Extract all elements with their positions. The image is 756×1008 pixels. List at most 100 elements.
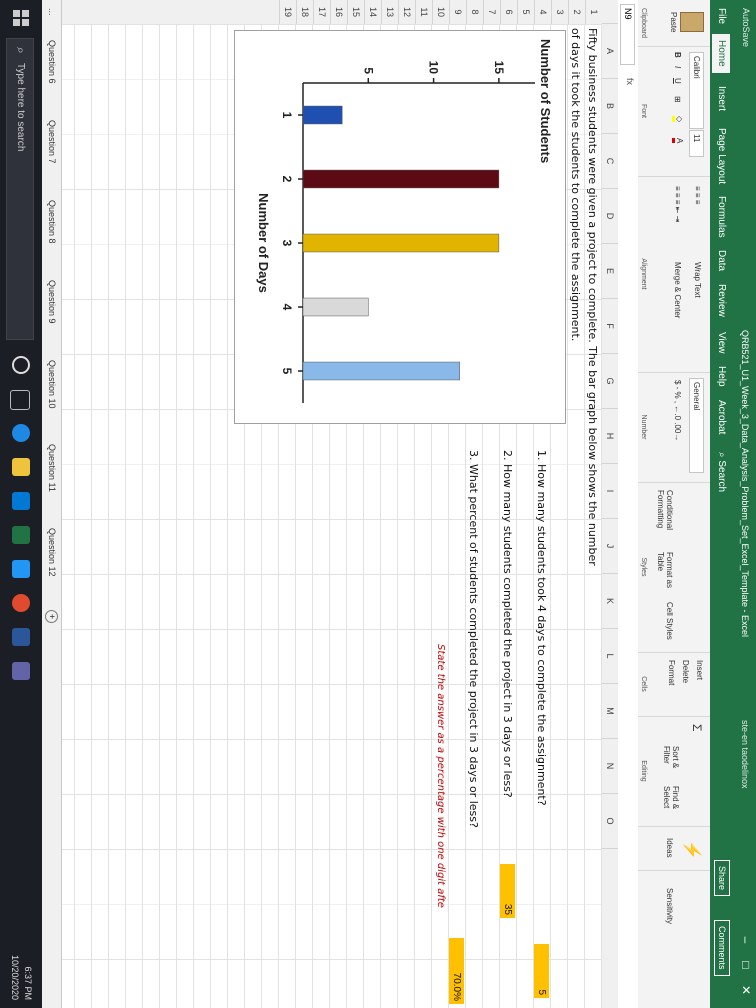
column-header-k[interactable]: K bbox=[602, 574, 618, 629]
tab-page-layout[interactable]: Page Layout bbox=[716, 128, 727, 184]
delete-cells-button[interactable]: Delete bbox=[681, 660, 690, 683]
column-header-n[interactable]: N bbox=[602, 739, 618, 794]
sheet-tab-question-7[interactable]: Question 7 bbox=[47, 120, 57, 164]
row-header-4[interactable]: 4 bbox=[534, 0, 551, 24]
row-header-15[interactable]: 15 bbox=[347, 0, 364, 24]
row-header-17[interactable]: 17 bbox=[313, 0, 330, 24]
paste-button[interactable]: Paste bbox=[669, 12, 678, 32]
sort-filter-button[interactable]: Sort & Filter bbox=[662, 746, 680, 784]
answer-3-cell[interactable]: 70.0% bbox=[449, 938, 464, 1004]
fx-icon[interactable]: fx bbox=[625, 78, 635, 85]
taskbar-clock[interactable]: 6:37 PM 10/20/2020 bbox=[8, 940, 34, 1000]
user-name[interactable]: ste-en taodelinox bbox=[740, 720, 750, 789]
tab-review[interactable]: Review bbox=[716, 284, 727, 317]
column-header-f[interactable]: F bbox=[602, 299, 618, 354]
task-view-icon[interactable] bbox=[10, 390, 30, 410]
excel-icon[interactable] bbox=[12, 526, 30, 544]
sheet-tab-question-12[interactable]: Question 12 bbox=[47, 528, 57, 577]
column-header-b[interactable]: B bbox=[602, 79, 618, 134]
row-header-6[interactable]: 6 bbox=[500, 0, 517, 24]
ideas-icon[interactable]: ⚡ bbox=[682, 840, 702, 860]
row-header-13[interactable]: 13 bbox=[381, 0, 398, 24]
format-as-table-button[interactable]: Format as Table bbox=[656, 552, 674, 596]
column-header-m[interactable]: M bbox=[602, 684, 618, 739]
tab-file[interactable]: File bbox=[716, 8, 727, 24]
sheet-tab-question-6[interactable]: Question 6 bbox=[47, 40, 57, 84]
row-header-14[interactable]: 14 bbox=[364, 0, 381, 24]
italic-button[interactable]: I bbox=[673, 66, 682, 68]
column-header-a[interactable]: A bbox=[602, 24, 618, 79]
ribbon-search[interactable]: ⌕ Search bbox=[716, 452, 727, 492]
add-sheet-icon[interactable]: + bbox=[45, 610, 58, 623]
paste-icon[interactable] bbox=[680, 12, 704, 32]
align-top-icon[interactable]: ≡ ≡ ≡ bbox=[693, 186, 702, 204]
row-header-3[interactable]: 3 bbox=[551, 0, 568, 24]
font-size-select[interactable]: 11 bbox=[689, 130, 704, 157]
maximize-icon[interactable]: □ bbox=[739, 955, 753, 975]
tab-view[interactable]: View bbox=[716, 332, 727, 354]
row-header-2[interactable]: 2 bbox=[568, 0, 585, 24]
bold-button[interactable]: B bbox=[673, 52, 682, 58]
sensitivity-button[interactable]: Sensitivity bbox=[665, 888, 674, 924]
bar-chart[interactable]: Number of Students Number of Days 5 10 15 1… bbox=[234, 30, 566, 424]
store-icon[interactable] bbox=[12, 492, 30, 510]
column-header-i[interactable]: I bbox=[602, 464, 618, 519]
tab-help[interactable]: Help bbox=[716, 366, 727, 387]
insert-cells-button[interactable]: Insert bbox=[695, 660, 704, 680]
word-icon[interactable] bbox=[12, 628, 30, 646]
share-button[interactable]: Share bbox=[714, 860, 730, 897]
column-header-h[interactable]: H bbox=[602, 409, 618, 464]
ideas-button[interactable]: Ideas bbox=[665, 838, 674, 858]
merge-center-button[interactable]: Merge & Center bbox=[673, 262, 682, 318]
autosave-toggle[interactable]: AutoSave bbox=[741, 8, 751, 47]
row-header-19[interactable]: 19 bbox=[279, 0, 296, 24]
row-header-12[interactable]: 12 bbox=[398, 0, 415, 24]
row-header-8[interactable]: 8 bbox=[466, 0, 483, 24]
column-header-e[interactable]: E bbox=[602, 244, 618, 299]
tab-formulas[interactable]: Formulas bbox=[716, 196, 727, 238]
sheet-tab-question-10[interactable]: Question 10 bbox=[47, 360, 57, 409]
wrap-text-button[interactable]: Wrap Text bbox=[693, 262, 702, 298]
format-cells-button[interactable]: Format bbox=[667, 660, 676, 685]
mail-icon[interactable] bbox=[12, 560, 30, 578]
name-box[interactable]: N9 bbox=[620, 4, 635, 65]
chrome-icon[interactable] bbox=[12, 594, 30, 612]
row-header-11[interactable]: 11 bbox=[415, 0, 432, 24]
select-all-corner[interactable] bbox=[602, 0, 618, 24]
row-header-10[interactable]: 10 bbox=[432, 0, 449, 24]
column-header-g[interactable]: G bbox=[602, 354, 618, 409]
answer-1-cell[interactable]: 5 bbox=[534, 944, 549, 998]
tab-acrobat[interactable]: Acrobat bbox=[716, 400, 727, 434]
minimize-icon[interactable]: – bbox=[739, 930, 753, 950]
row-header-1[interactable]: 1 bbox=[585, 0, 602, 24]
row-header-18[interactable]: 18 bbox=[296, 0, 313, 24]
sheet-tab-question-9[interactable]: Question 9 bbox=[47, 280, 57, 324]
cortana-icon[interactable] bbox=[12, 356, 30, 374]
edge-icon[interactable] bbox=[12, 424, 30, 442]
tab-data[interactable]: Data bbox=[716, 250, 727, 271]
column-header-c[interactable]: C bbox=[602, 134, 618, 189]
find-select-button[interactable]: Find & Select bbox=[662, 786, 680, 822]
fill-color-icon[interactable]: ◇ bbox=[672, 116, 684, 123]
answer-2-cell[interactable]: 35 bbox=[500, 864, 515, 918]
borders-icon[interactable]: ⊞ bbox=[673, 96, 682, 103]
tab-home[interactable]: Home bbox=[712, 34, 730, 73]
font-name-select[interactable]: Calibri bbox=[689, 52, 704, 129]
sheet-tab-question-8[interactable]: Question 8 bbox=[47, 200, 57, 244]
column-header-d[interactable]: D bbox=[602, 189, 618, 244]
align-left-icon[interactable]: ≡ ≡ ≡ ⇤ ⇥ bbox=[673, 186, 682, 222]
column-header-o[interactable]: O bbox=[602, 794, 618, 849]
font-color-icon[interactable]: A bbox=[672, 138, 684, 144]
sheet-tab-question-11[interactable]: Question 11 bbox=[47, 444, 57, 492]
row-header-9[interactable]: 9 bbox=[449, 0, 466, 24]
number-format-select[interactable]: General bbox=[689, 378, 704, 473]
autosum-icon[interactable]: Σ bbox=[690, 724, 704, 731]
cell-styles-button[interactable]: Cell Styles bbox=[665, 602, 674, 642]
taskbar-search-box[interactable]: ⌕ Type here to search bbox=[6, 38, 34, 340]
row-header-7[interactable]: 7 bbox=[483, 0, 500, 24]
conditional-formatting-button[interactable]: Conditional Formatting bbox=[656, 490, 674, 546]
file-explorer-icon[interactable] bbox=[12, 458, 30, 476]
column-header-j[interactable]: J bbox=[602, 519, 618, 574]
row-header-5[interactable]: 5 bbox=[517, 0, 534, 24]
comments-button[interactable]: Comments bbox=[714, 920, 730, 976]
